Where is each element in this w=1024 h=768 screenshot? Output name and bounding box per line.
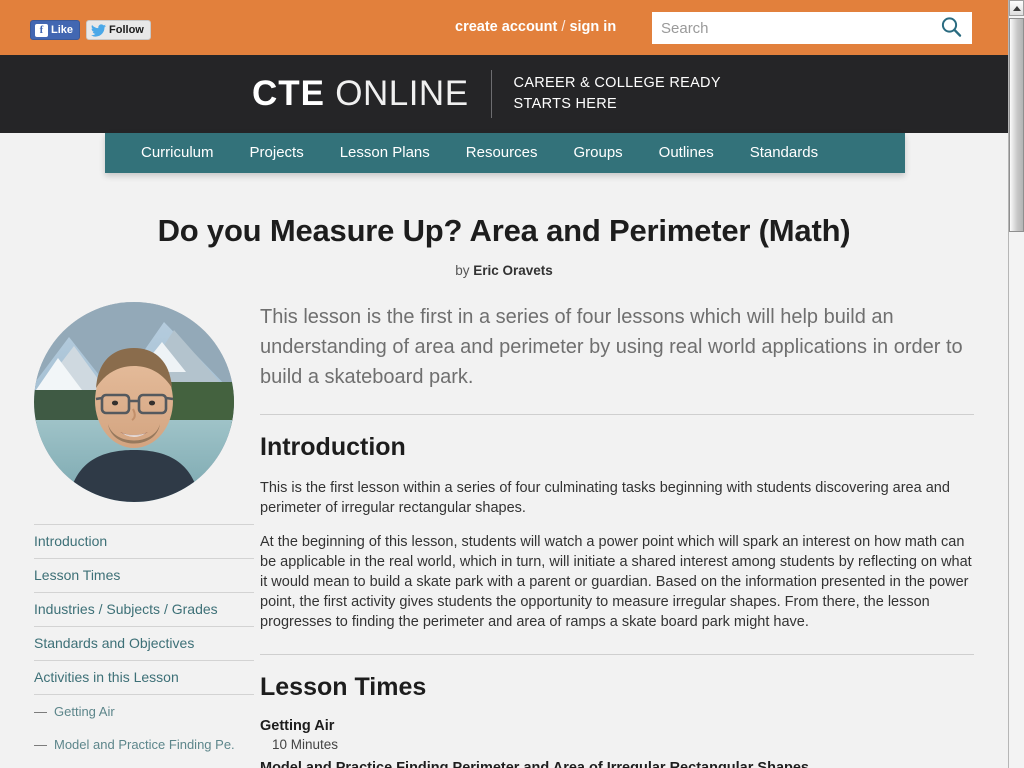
divider <box>260 654 974 655</box>
nav-item-curriculum[interactable]: Curriculum <box>123 133 232 173</box>
site-header: CTE ONLINE CAREER & COLLEGE READY STARTS… <box>0 55 1008 133</box>
facebook-like-label: Like <box>51 24 74 36</box>
twitter-follow-label: Follow <box>109 24 144 36</box>
account-links-separator: / <box>557 19 570 35</box>
toc-subitem-label: Getting Air <box>54 704 115 719</box>
search-submit-button[interactable] <box>931 13 971 43</box>
byline-prefix: by <box>455 263 470 278</box>
nav-item-resources[interactable]: Resources <box>448 133 556 173</box>
site-tagline: CAREER & COLLEGE READY STARTS HERE <box>514 73 721 115</box>
toc-item-lesson-times[interactable]: Lesson Times <box>34 559 254 593</box>
logo-divider <box>490 70 492 118</box>
site-logo[interactable]: CTE ONLINE CAREER & COLLEGE READY STARTS… <box>252 69 721 119</box>
page-title: Do you Measure Up? Area and Perimeter (M… <box>157 213 851 248</box>
main-column: This lesson is the first in a series of … <box>254 302 1008 768</box>
logo-light-part: ONLINE <box>335 74 469 113</box>
content-area: Introduction Lesson Times Industries / S… <box>0 278 1008 768</box>
nav-item-groups[interactable]: Groups <box>555 133 640 173</box>
nav-item-projects[interactable]: Projects <box>232 133 322 173</box>
lesson-time-duration: 10 Minutes <box>272 737 339 752</box>
main-navigation: Curriculum Projects Lesson Plans Resourc… <box>105 133 905 173</box>
byline: by Eric Oravets <box>0 263 1008 278</box>
account-links: create account / sign in <box>455 19 616 35</box>
scroll-up-arrow-icon <box>1012 5 1021 11</box>
twitter-follow-button[interactable]: Follow <box>86 20 151 40</box>
logo-bold-part: CTE <box>252 74 325 113</box>
toc-subitem-model-and-practice[interactable]: — Model and Practice Finding Pe. <box>34 728 254 761</box>
tagline-line-2: STARTS HERE <box>513 96 618 112</box>
table-of-contents: Introduction Lesson Times Industries / S… <box>34 524 254 761</box>
browser-page: f Like Follow create account / sign in S… <box>0 0 1024 768</box>
toc-item-introduction[interactable]: Introduction <box>34 524 254 559</box>
lesson-time-entry: Model and Practice Finding Perimeter and… <box>260 760 974 768</box>
avatar <box>34 302 234 502</box>
lesson-time-name: Getting Air <box>260 718 335 734</box>
sign-in-link[interactable]: sign in <box>569 19 616 35</box>
facebook-like-button[interactable]: f Like <box>30 20 81 40</box>
twitter-bird-icon <box>91 23 107 37</box>
nav-item-lesson-plans[interactable]: Lesson Plans <box>322 133 448 173</box>
vertical-scrollbar[interactable] <box>1008 0 1024 768</box>
toc-item-activities-in-this-lesson[interactable]: Activities in this Lesson <box>34 661 254 695</box>
search-box <box>652 12 972 44</box>
lesson-summary: This lesson is the first in a series of … <box>260 306 963 388</box>
nav-item-standards[interactable]: Standards <box>732 133 836 173</box>
introduction-paragraph-1: This is the first lesson within a series… <box>260 480 950 516</box>
search-input[interactable] <box>653 13 931 43</box>
toc-subitem-label: Model and Practice Finding Pe. <box>54 737 235 752</box>
lesson-title-area: Do you Measure Up? Area and Perimeter (M… <box>0 178 1008 278</box>
logo-text: CTE ONLINE <box>252 69 469 119</box>
lesson-time-entry: Getting Air 10 Minutes <box>260 718 974 752</box>
search-icon <box>940 16 962 41</box>
sidebar: Introduction Lesson Times Industries / S… <box>0 302 254 768</box>
author-name[interactable]: Eric Oravets <box>473 263 553 278</box>
tagline-line-1: CAREER & COLLEGE READY <box>513 75 721 91</box>
section-heading-introduction: Introduction <box>260 433 406 461</box>
utility-topbar: f Like Follow create account / sign in <box>0 0 1008 55</box>
toc-subitem-getting-air[interactable]: — Getting Air <box>34 695 254 728</box>
toc-item-industries-subjects-grades[interactable]: Industries / Subjects / Grades <box>34 593 254 627</box>
list-dash-icon: — <box>34 737 47 752</box>
nav-item-outlines[interactable]: Outlines <box>641 133 732 173</box>
list-dash-icon: — <box>34 704 47 719</box>
lesson-time-name: Model and Practice Finding Perimeter and… <box>260 760 809 768</box>
scrollbar-thumb[interactable] <box>1009 18 1024 232</box>
toc-item-standards-and-objectives[interactable]: Standards and Objectives <box>34 627 254 661</box>
social-buttons: f Like Follow <box>30 20 151 40</box>
facebook-icon: f <box>35 23 48 37</box>
introduction-paragraph-2: At the beginning of this lesson, student… <box>260 534 972 630</box>
page-viewport: f Like Follow create account / sign in S… <box>0 0 1008 768</box>
divider <box>260 414 974 415</box>
scroll-up-button[interactable] <box>1009 0 1024 16</box>
section-heading-lesson-times: Lesson Times <box>260 673 427 701</box>
main-navigation-wrapper: Curriculum Projects Lesson Plans Resourc… <box>0 133 1008 178</box>
create-account-link[interactable]: create account <box>455 19 557 35</box>
